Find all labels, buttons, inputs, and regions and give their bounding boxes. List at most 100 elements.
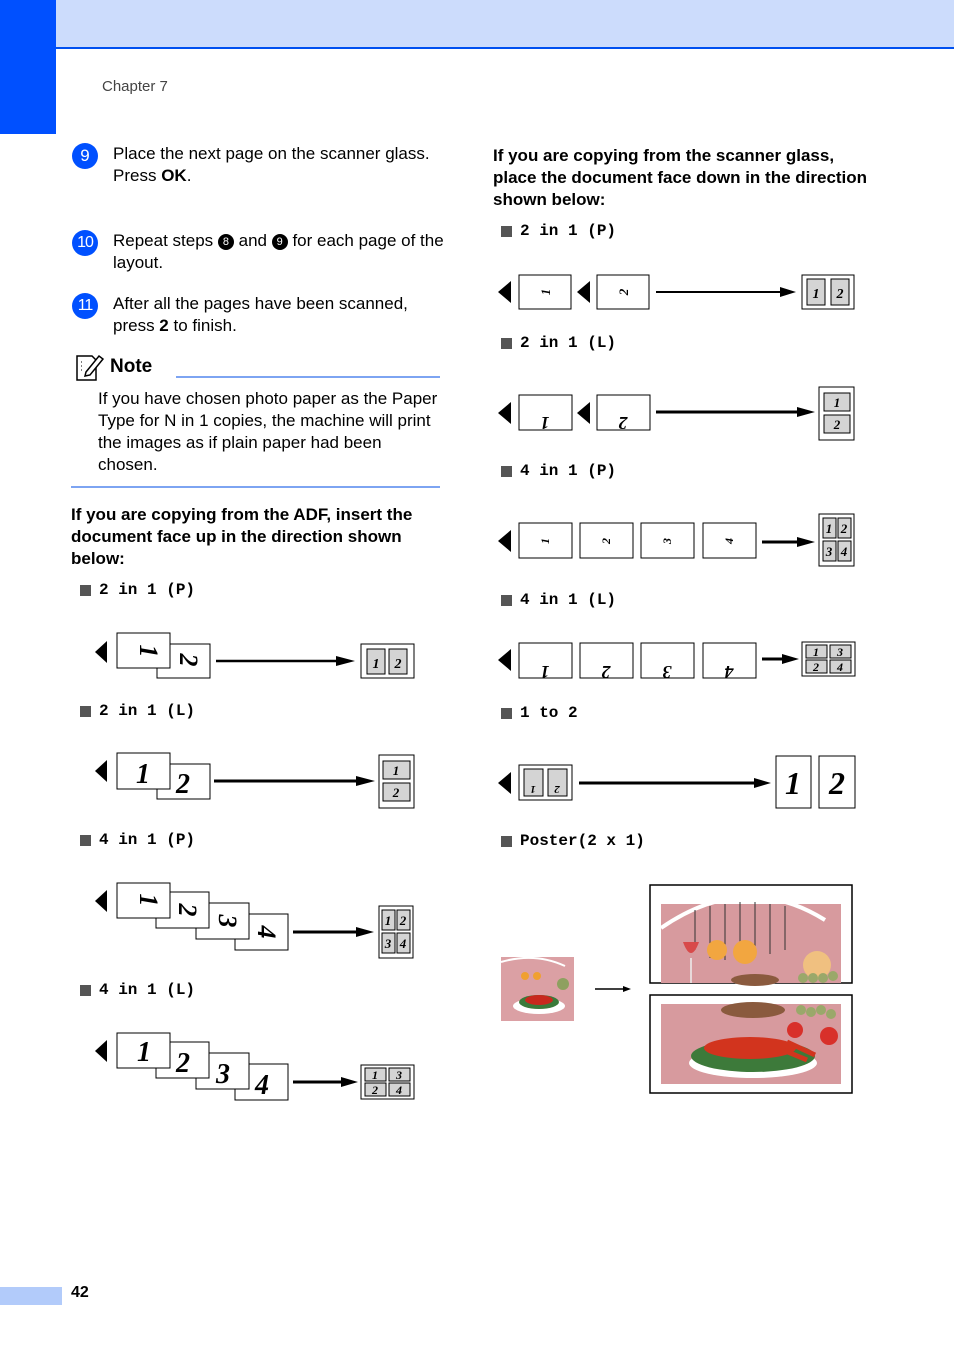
arrow-icon: [356, 776, 375, 786]
svg-text:1: 1: [530, 783, 536, 795]
step-text: Place the next page on the scanner glass…: [113, 144, 430, 185]
svg-text:2: 2: [599, 538, 613, 545]
svg-text:1: 1: [372, 1068, 378, 1082]
arrow-icon: [336, 656, 355, 666]
svg-text:1: 1: [538, 538, 552, 544]
step-number-badge: 9: [72, 143, 98, 169]
bullet-square: [80, 705, 91, 717]
adf-option-4in1-l: 4 in 1 (L): [80, 981, 195, 999]
step-number-badge: 10: [72, 230, 98, 256]
svg-text:2: 2: [619, 413, 629, 433]
svg-text:1: 1: [785, 765, 801, 801]
bullet-square: [501, 594, 512, 606]
arrow-icon: [797, 407, 815, 417]
source-photo: [500, 956, 574, 1021]
svg-text:1: 1: [541, 413, 550, 433]
svg-text:1: 1: [826, 521, 833, 536]
glass-2in1-p-diagram: 1 2 1 2: [498, 274, 855, 310]
note-title: Note: [110, 356, 153, 377]
svg-text:2: 2: [812, 660, 819, 674]
note-pencil-icon: [76, 354, 104, 381]
note-divider-bottom: [71, 486, 440, 488]
svg-text:2: 2: [173, 903, 202, 917]
svg-text:3: 3: [384, 936, 392, 951]
header-band: [56, 0, 954, 49]
adf-4in1-l-diagram: 4 3 2 1 1 3 2 4: [95, 1032, 415, 1101]
bullet-square: [501, 465, 512, 477]
svg-text:3: 3: [836, 645, 843, 659]
svg-text:1: 1: [813, 287, 820, 302]
glass-option-4in1-p: 4 in 1 (P): [501, 462, 616, 480]
poster-part-top: [649, 884, 853, 986]
glass-option-2in1-l: 2 in 1 (L): [501, 334, 616, 352]
svg-text:3: 3: [395, 1068, 402, 1082]
adf-2in1-l-diagram: 2 1 1 2: [95, 752, 415, 809]
chapter-label: Chapter 7: [102, 78, 168, 95]
glass-option-4in1-l: 4 in 1 (L): [501, 591, 616, 609]
feed-arrow-icon: [498, 772, 511, 794]
feed-arrow-icon: [498, 649, 511, 671]
svg-text:4: 4: [836, 660, 843, 674]
adf-2in1-p-diagram: 2 1 1 2: [95, 632, 415, 679]
feed-arrow-icon: [498, 530, 511, 552]
arrow-icon: [356, 927, 374, 937]
glass-4in1-l-diagram: 1 2 3 4 1 3 2 4: [498, 641, 856, 682]
note-body: If you have chosen photo paper as the Pa…: [98, 389, 438, 474]
svg-text:3: 3: [663, 662, 673, 682]
step-number-badge: 11: [72, 293, 98, 319]
step-10: 10 Repeat steps 8 and 9 for each page of…: [72, 230, 452, 274]
step-ref-badge: 9: [271, 234, 288, 250]
footer-band: [0, 1287, 62, 1305]
adf-option-2in1-l: 2 in 1 (L): [80, 702, 195, 720]
step-ref-badge: 8: [217, 234, 234, 250]
arrow-icon: [797, 537, 815, 547]
poster-part-bottom: [649, 994, 853, 1094]
svg-text:4: 4: [840, 544, 848, 559]
arrow-icon: [782, 654, 799, 664]
svg-text:1: 1: [136, 759, 150, 790]
adf-4in1-p-diagram: 4 3 2 1 1 2 3 4: [95, 882, 414, 959]
svg-text:1: 1: [385, 913, 392, 928]
arrow-icon: [341, 1077, 358, 1087]
feed-arrow-icon: [498, 281, 511, 303]
bullet-square: [501, 835, 512, 847]
svg-text:2: 2: [840, 521, 848, 536]
svg-text:3: 3: [660, 538, 674, 545]
bullet-square: [501, 225, 512, 237]
glass-heading: If you are copying from the scanner glas…: [493, 146, 868, 209]
svg-text:1: 1: [134, 894, 163, 907]
feed-arrow-icon: [577, 402, 590, 424]
adf-option-4in1-p: 4 in 1 (P): [80, 831, 195, 849]
arrow-icon: [754, 778, 771, 788]
note-header: Note: [74, 352, 152, 382]
feed-arrow-icon: [95, 1040, 107, 1062]
page-label: 2: [174, 653, 203, 667]
svg-text:2: 2: [833, 417, 841, 432]
glass-1to2-diagram: 1 2 1 2: [498, 755, 856, 809]
glass-4in1-p-diagram: 1 2 3 4 1 2 3 4: [498, 513, 855, 567]
arrow-icon: [780, 287, 796, 297]
svg-text:4: 4: [399, 936, 407, 951]
svg-text:3: 3: [825, 544, 833, 559]
svg-text:4: 4: [254, 1070, 269, 1101]
svg-text:2: 2: [392, 785, 400, 800]
bullet-square: [80, 584, 91, 596]
svg-text:1: 1: [813, 645, 819, 659]
svg-text:1: 1: [373, 657, 380, 672]
step-text: Repeat steps 8 and 9 for each page of th…: [113, 231, 444, 272]
svg-text:1: 1: [834, 395, 841, 410]
step-9: 9 Place the next page on the scanner gla…: [72, 143, 452, 187]
svg-text:2: 2: [371, 1083, 378, 1097]
page-label: 1: [134, 645, 163, 658]
svg-text:3: 3: [213, 914, 242, 928]
svg-text:2: 2: [175, 1048, 190, 1079]
chapter-tab: [0, 0, 56, 134]
glass-2in1-l-diagram: 1 2 1 2: [498, 386, 855, 441]
svg-text:2: 2: [399, 913, 407, 928]
arrow-icon: [623, 986, 631, 992]
svg-text:3: 3: [215, 1059, 230, 1090]
glass-option-poster: Poster(2 x 1): [501, 832, 645, 850]
bullet-square: [80, 834, 91, 846]
feed-arrow-icon: [498, 402, 511, 424]
svg-text:1: 1: [541, 662, 550, 682]
